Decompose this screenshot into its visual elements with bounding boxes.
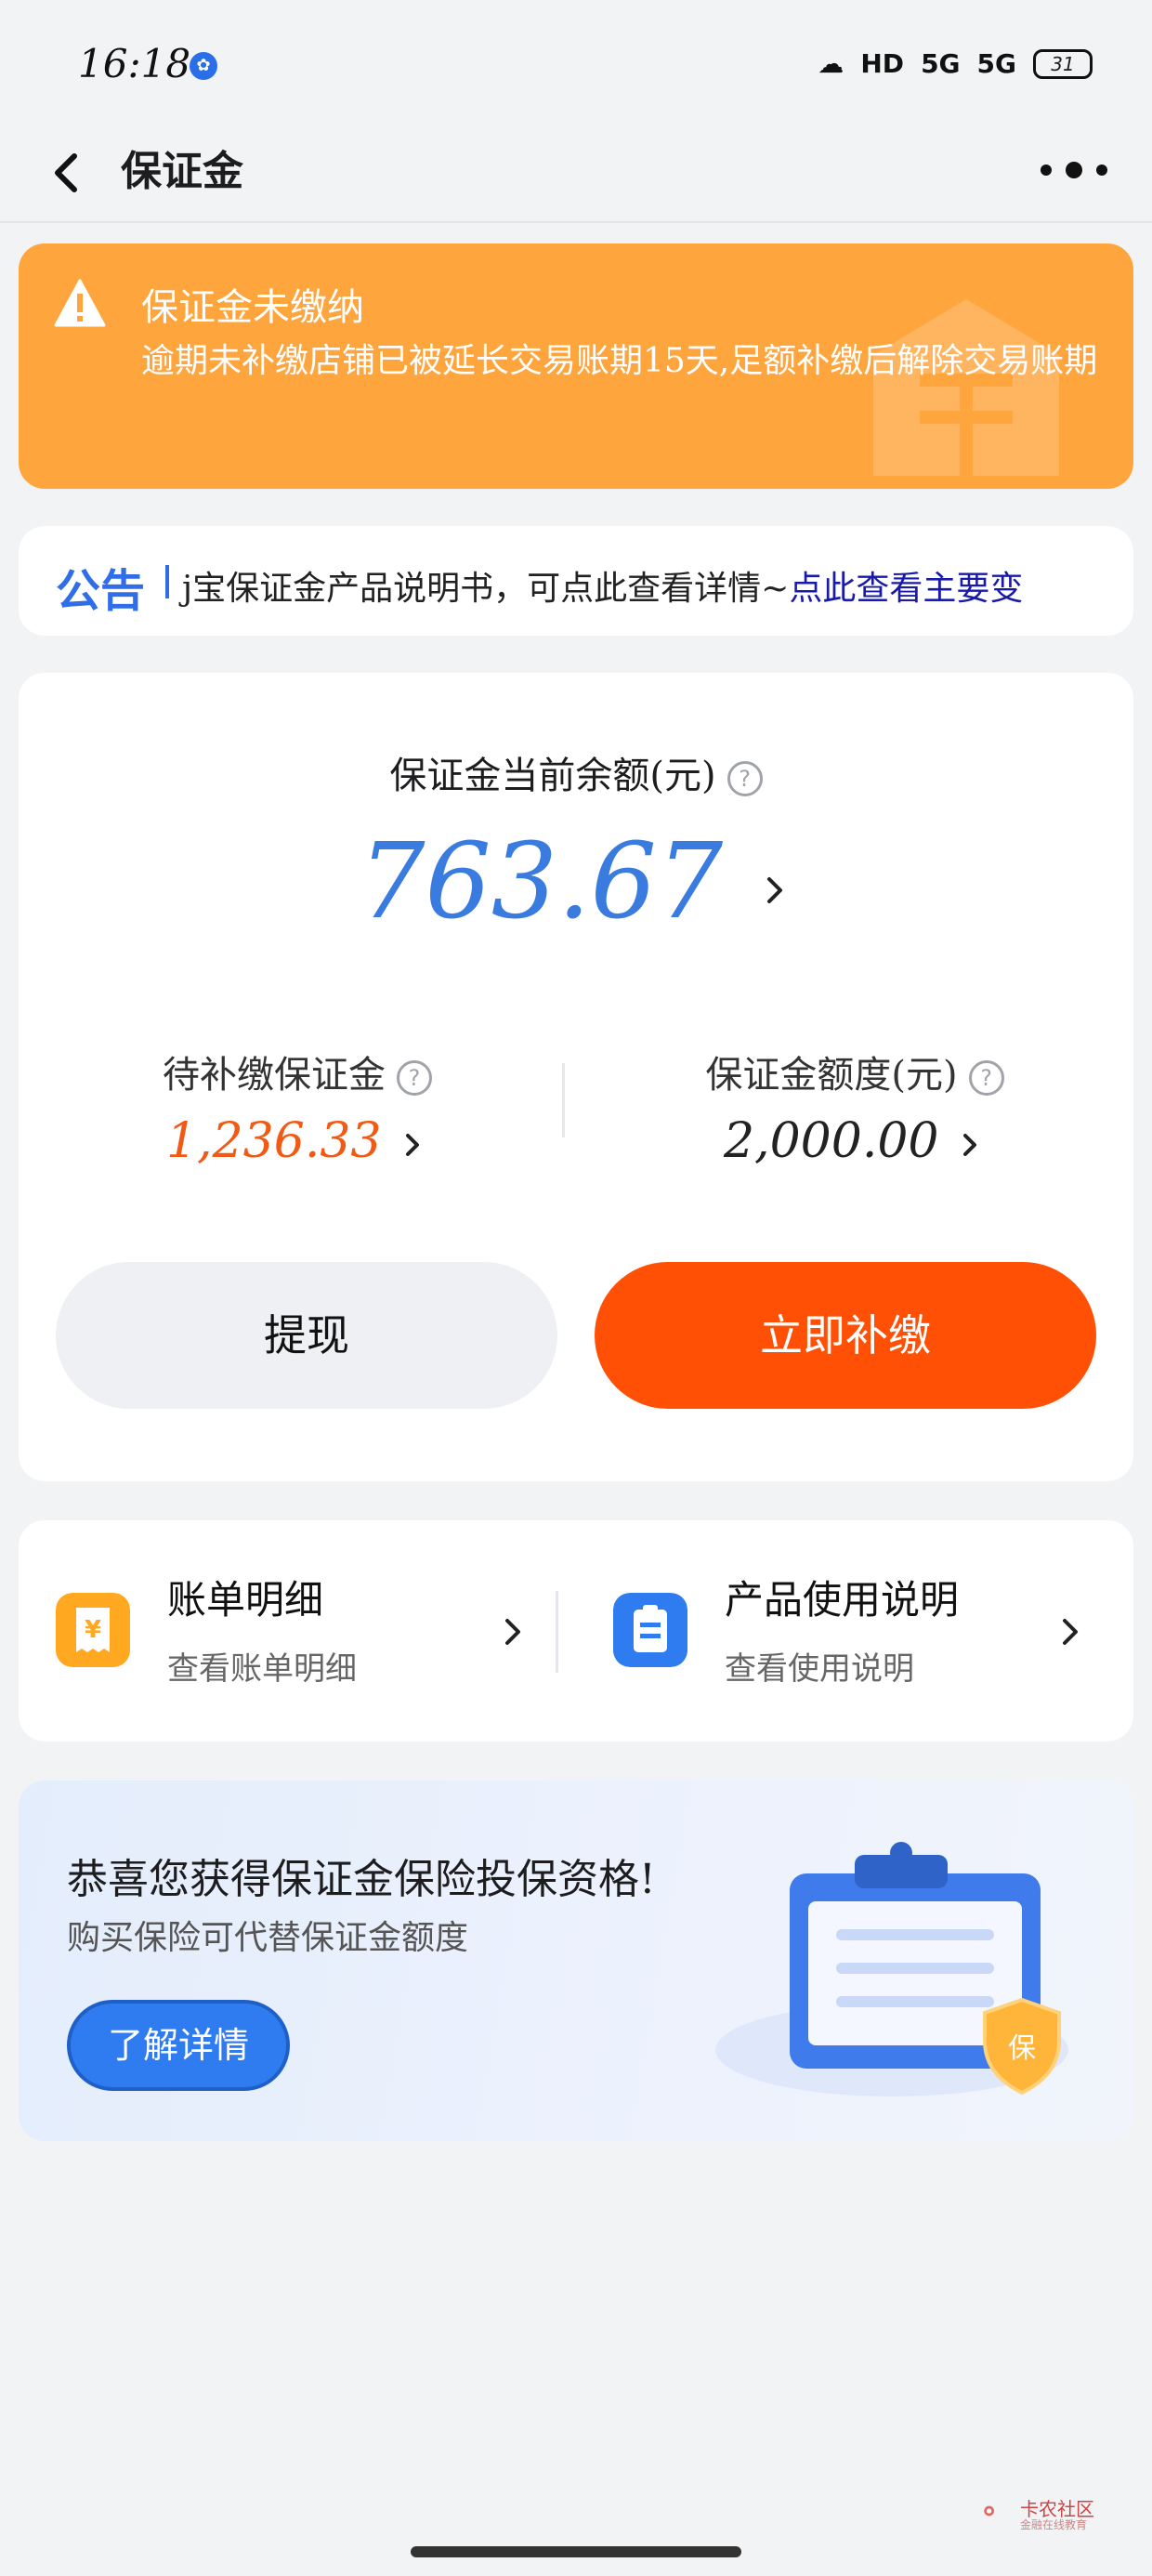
nav-bar: 保证金 bbox=[0, 121, 1152, 223]
help-icon[interactable]: ? bbox=[397, 1060, 432, 1096]
hd-icon: HD bbox=[860, 48, 905, 79]
bill-details-desc: 查看账单明细 bbox=[167, 1650, 357, 1688]
pending-label: 待补缴保证金 bbox=[163, 1054, 386, 1097]
withdraw-button[interactable]: 提现 bbox=[56, 1262, 557, 1409]
status-icons: ☁ HD 5G 5G 31 bbox=[818, 48, 1093, 79]
pending-deposit[interactable]: 待补缴保证金? 1,236.33 bbox=[37, 1045, 557, 1169]
entries-card: ¥ 账单明细 查看账单明细 产品使用说明 查看使用说明 bbox=[19, 1520, 1133, 1741]
product-guide-desc: 查看使用说明 bbox=[725, 1650, 914, 1688]
clipboard-icon bbox=[613, 1593, 687, 1667]
pending-label-row: 待补缴保证金? bbox=[37, 1045, 557, 1098]
quota-label-row: 保证金额度(元)? bbox=[595, 1045, 1115, 1098]
notice-separator bbox=[165, 565, 169, 598]
product-guide-title: 产品使用说明 bbox=[725, 1577, 960, 1623]
balance-label-row: 保证金当前余额(元)? bbox=[19, 745, 1133, 799]
insurance-clipboard-illustration: 保 bbox=[715, 1842, 1068, 2096]
svg-text:¥: ¥ bbox=[85, 1616, 101, 1644]
balance-amount-row[interactable]: 763.67 bbox=[19, 821, 1133, 942]
insurance-title: 恭喜您获得保证金保险投保资格! bbox=[67, 1856, 656, 1903]
kanong-logo bbox=[984, 2505, 994, 2517]
divider bbox=[562, 1063, 565, 1137]
insurance-promo-card: 恭喜您获得保证金保险投保资格! 购买保险可代替保证金额度 了解详情 保 bbox=[19, 1781, 1133, 2141]
chevron-right-icon bbox=[766, 877, 782, 903]
insurance-subtitle: 购买保险可代替保证金额度 bbox=[67, 1919, 469, 1957]
balance-label: 保证金当前余额(元) bbox=[389, 755, 716, 797]
status-time: 16:18 bbox=[78, 41, 191, 86]
help-icon[interactable]: ? bbox=[727, 761, 763, 796]
status-bar: 16:18 ✿ ☁ HD 5G 5G 31 bbox=[0, 0, 1152, 121]
notice-bar[interactable]: 公告 j宝保证金产品说明书，可点此查看详情~点此查看主要变 bbox=[19, 526, 1133, 636]
insurance-badge-text: 保 bbox=[1008, 2032, 1036, 2065]
pending-value-row: 1,236.33 bbox=[37, 1113, 557, 1169]
warning-icon bbox=[54, 279, 106, 327]
product-guide-entry[interactable]: 产品使用说明 查看使用说明 bbox=[576, 1520, 1115, 1741]
chevron-right-icon bbox=[1063, 1619, 1078, 1645]
baidu-paw-icon: ✿ bbox=[190, 52, 217, 80]
signal-5g-icon-2: 5G bbox=[976, 48, 1016, 79]
notice-text: j宝保证金产品说明书，可点此查看详情~点此查看主要变 bbox=[182, 561, 1023, 610]
balance-amount: 763.67 bbox=[359, 821, 724, 942]
page-title: 保证金 bbox=[121, 148, 243, 195]
notice-tag: 公告 bbox=[56, 565, 146, 617]
pay-now-button[interactable]: 立即补缴 bbox=[595, 1262, 1096, 1409]
quota-value: 2,000.00 bbox=[723, 1113, 939, 1169]
chevron-right-icon bbox=[505, 1619, 520, 1645]
signal-5g-icon: 5G bbox=[921, 48, 961, 79]
balance-card: 保证金当前余额(元)? 763.67 待补缴保证金? 1,236.33 保证金额… bbox=[19, 673, 1133, 1481]
quota-value-row: 2,000.00 bbox=[595, 1113, 1115, 1169]
watermark-subtext: 金融在线教育 bbox=[1020, 2518, 1088, 2531]
yen-receipt-icon: ¥ bbox=[56, 1593, 130, 1667]
battery-icon: 31 bbox=[1033, 48, 1093, 79]
unpaid-warning-banner: 保证金未缴纳 逾期未补缴店铺已被延长交易账期15天,足额补缴后解除交易账期 bbox=[19, 243, 1133, 489]
notice-message: j宝保证金产品说明书，可点此查看详情~ bbox=[182, 570, 790, 608]
chevron-right-icon bbox=[406, 1133, 420, 1156]
bill-details-entry[interactable]: ¥ 账单明细 查看账单明细 bbox=[19, 1520, 557, 1741]
chevron-right-icon bbox=[963, 1133, 977, 1156]
learn-more-button[interactable]: 了解详情 bbox=[67, 2000, 290, 2091]
home-indicator[interactable] bbox=[411, 2546, 741, 2557]
back-arrow-icon[interactable] bbox=[41, 145, 97, 201]
pending-value: 1,236.33 bbox=[165, 1113, 382, 1169]
warning-description: 逾期未补缴店铺已被延长交易账期15天,足额补缴后解除交易账期 bbox=[141, 342, 1098, 380]
cloud-icon: ☁ bbox=[818, 48, 844, 79]
quota-label: 保证金额度(元) bbox=[705, 1054, 958, 1097]
warning-title: 保证金未缴纳 bbox=[141, 286, 364, 329]
more-options-icon[interactable] bbox=[1037, 156, 1111, 184]
deposit-quota[interactable]: 保证金额度(元)? 2,000.00 bbox=[595, 1045, 1115, 1169]
notice-link[interactable]: 点此查看主要变 bbox=[789, 570, 1023, 608]
help-icon[interactable]: ? bbox=[968, 1060, 1004, 1096]
divider bbox=[556, 1591, 558, 1673]
bill-details-title: 账单明细 bbox=[167, 1577, 324, 1623]
